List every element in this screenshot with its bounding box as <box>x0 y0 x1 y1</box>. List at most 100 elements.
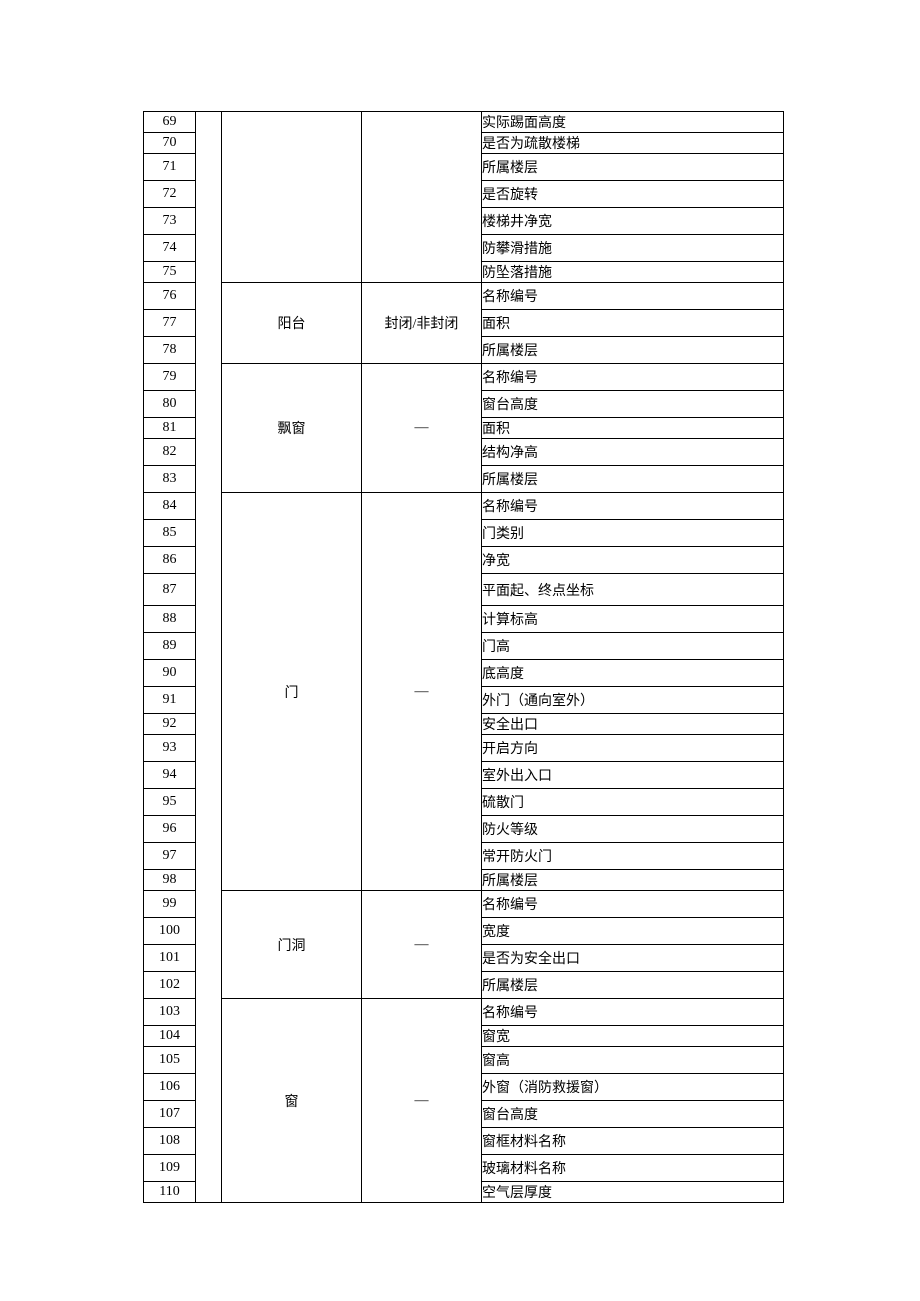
row-number: 85 <box>144 520 196 547</box>
row-number: 93 <box>144 735 196 762</box>
note-cell: — <box>362 364 482 493</box>
row-number: 108 <box>144 1128 196 1155</box>
attribute-cell: 开启方向 <box>482 735 784 762</box>
spacer-column <box>196 112 222 1203</box>
row-number: 88 <box>144 606 196 633</box>
category-cell <box>222 112 362 283</box>
row-number: 79 <box>144 364 196 391</box>
attribute-cell: 外窗（消防救援窗） <box>482 1074 784 1101</box>
row-number: 78 <box>144 337 196 364</box>
table-row: 79飘窗—名称编号 <box>144 364 784 391</box>
attribute-cell: 名称编号 <box>482 493 784 520</box>
attribute-cell: 硫散门 <box>482 789 784 816</box>
attribute-cell: 空气层厚度 <box>482 1182 784 1203</box>
attribute-cell: 是否旋转 <box>482 181 784 208</box>
attribute-cell: 所属楼层 <box>482 870 784 891</box>
row-number: 103 <box>144 999 196 1026</box>
row-number: 90 <box>144 660 196 687</box>
row-number: 104 <box>144 1026 196 1047</box>
attribute-cell: 防坠落措施 <box>482 262 784 283</box>
attribute-cell: 防攀滑措施 <box>482 235 784 262</box>
attribute-cell: 门类别 <box>482 520 784 547</box>
row-number: 72 <box>144 181 196 208</box>
row-number: 89 <box>144 633 196 660</box>
row-number: 81 <box>144 418 196 439</box>
row-number: 87 <box>144 574 196 606</box>
row-number: 98 <box>144 870 196 891</box>
row-number: 74 <box>144 235 196 262</box>
attribute-table: 69 实际踢面高度 70 是否为疏散楼梯 71 所属楼层 72 是否旋转 73 楼梯井净宽 74 防攀… <box>143 111 784 1203</box>
attribute-cell: 净宽 <box>482 547 784 574</box>
attribute-cell: 外门（通向室外） <box>482 687 784 714</box>
attribute-cell: 窗框材料名称 <box>482 1128 784 1155</box>
table-row: 99门洞—名称编号 <box>144 891 784 918</box>
attribute-cell: 平面起、终点坐标 <box>482 574 784 606</box>
row-number: 105 <box>144 1047 196 1074</box>
attribute-cell: 底高度 <box>482 660 784 687</box>
row-number: 71 <box>144 154 196 181</box>
row-number: 107 <box>144 1101 196 1128</box>
row-number: 73 <box>144 208 196 235</box>
category-cell: 飘窗 <box>222 364 362 493</box>
row-number: 77 <box>144 310 196 337</box>
attribute-cell: 所属楼层 <box>482 337 784 364</box>
row-number: 86 <box>144 547 196 574</box>
attribute-cell: 防火等级 <box>482 816 784 843</box>
category-cell: 门 <box>222 493 362 891</box>
attribute-cell: 窗台高度 <box>482 391 784 418</box>
row-number: 97 <box>144 843 196 870</box>
note-cell: — <box>362 493 482 891</box>
attribute-cell: 名称编号 <box>482 283 784 310</box>
attribute-cell: 名称编号 <box>482 891 784 918</box>
row-number: 101 <box>144 945 196 972</box>
row-number: 96 <box>144 816 196 843</box>
attribute-cell: 名称编号 <box>482 364 784 391</box>
attribute-cell: 安全出口 <box>482 714 784 735</box>
row-number: 100 <box>144 918 196 945</box>
attribute-cell: 是否为安全出口 <box>482 945 784 972</box>
attribute-cell: 窗宽 <box>482 1026 784 1047</box>
category-cell: 窗 <box>222 999 362 1203</box>
row-number: 69 <box>144 112 196 133</box>
attribute-cell: 窗高 <box>482 1047 784 1074</box>
attribute-cell: 面积 <box>482 418 784 439</box>
row-number: 80 <box>144 391 196 418</box>
table-row: 103窗—名称编号 <box>144 999 784 1026</box>
attribute-cell: 窗台高度 <box>482 1101 784 1128</box>
table-row: 69 实际踢面高度 <box>144 112 784 133</box>
attribute-cell: 常开防火门 <box>482 843 784 870</box>
row-number: 109 <box>144 1155 196 1182</box>
row-number: 102 <box>144 972 196 999</box>
row-number: 82 <box>144 439 196 466</box>
attribute-cell: 玻璃材料名称 <box>482 1155 784 1182</box>
note-cell: 封闭/非封闭 <box>362 283 482 364</box>
attribute-cell: 宽度 <box>482 918 784 945</box>
row-number: 110 <box>144 1182 196 1203</box>
note-cell: — <box>362 999 482 1203</box>
category-cell: 门洞 <box>222 891 362 999</box>
row-number: 70 <box>144 133 196 154</box>
row-number: 83 <box>144 466 196 493</box>
attribute-cell: 是否为疏散楼梯 <box>482 133 784 154</box>
row-number: 75 <box>144 262 196 283</box>
row-number: 76 <box>144 283 196 310</box>
attribute-cell: 实际踢面高度 <box>482 112 784 133</box>
row-number: 91 <box>144 687 196 714</box>
attribute-cell: 楼梯井净宽 <box>482 208 784 235</box>
row-number: 92 <box>144 714 196 735</box>
attribute-cell: 面积 <box>482 310 784 337</box>
note-cell: — <box>362 891 482 999</box>
row-number: 99 <box>144 891 196 918</box>
attribute-cell: 所属楼层 <box>482 972 784 999</box>
table-row: 84门—名称编号 <box>144 493 784 520</box>
row-number: 94 <box>144 762 196 789</box>
attribute-cell: 名称编号 <box>482 999 784 1026</box>
category-cell: 阳台 <box>222 283 362 364</box>
table-row: 76阳台封闭/非封闭名称编号 <box>144 283 784 310</box>
row-number: 95 <box>144 789 196 816</box>
note-cell <box>362 112 482 283</box>
attribute-cell: 所属楼层 <box>482 154 784 181</box>
row-number: 106 <box>144 1074 196 1101</box>
attribute-cell: 门高 <box>482 633 784 660</box>
attribute-cell: 室外出入口 <box>482 762 784 789</box>
